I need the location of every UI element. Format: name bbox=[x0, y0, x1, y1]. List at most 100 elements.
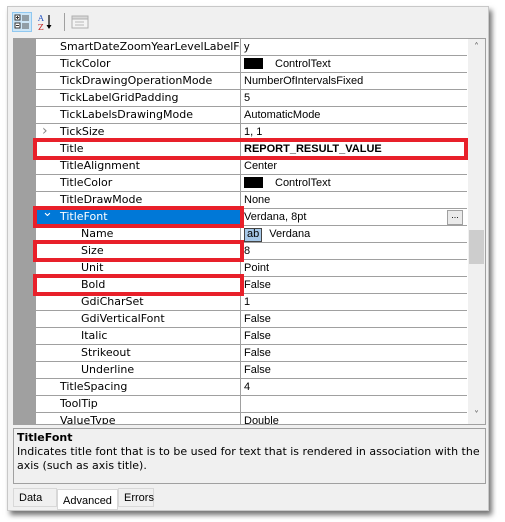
property-name[interactable]: Strikeout bbox=[36, 345, 241, 361]
property-value[interactable]: False bbox=[242, 311, 467, 327]
property-name[interactable]: Italic bbox=[36, 328, 241, 344]
property-row-strikeout[interactable]: Strikeout False bbox=[36, 345, 467, 362]
description-title: TitleFont bbox=[17, 431, 73, 444]
property-value[interactable]: False bbox=[242, 277, 467, 293]
property-row-titlecolor[interactable]: TitleColor ControlText bbox=[36, 175, 467, 192]
property-value[interactable]: 1 bbox=[242, 294, 467, 310]
property-value-text: Double bbox=[244, 415, 279, 425]
property-value[interactable]: ControlText bbox=[242, 56, 467, 72]
property-value[interactable]: 1, 1 bbox=[242, 124, 467, 140]
vertical-scrollbar[interactable]: ˄ ˅ bbox=[468, 39, 485, 424]
tab-data[interactable]: Data bbox=[13, 488, 57, 507]
property-row-titledrawmode[interactable]: TitleDrawMode None bbox=[36, 192, 467, 209]
property-row-ticklabelsdrawingmode[interactable]: TickLabelsDrawingMode AutomaticMode bbox=[36, 107, 467, 124]
property-value-text: False bbox=[244, 279, 271, 291]
property-name[interactable]: Unit bbox=[36, 260, 241, 276]
property-row-tickdrawingoperationmode[interactable]: TickDrawingOperationMode NumberOfInterval… bbox=[36, 73, 467, 90]
property-value[interactable]: NumberOfIntervalsFixed bbox=[242, 73, 467, 89]
alphabetical-sort-icon: A Z bbox=[37, 14, 52, 32]
chevron-right-icon[interactable]: › bbox=[42, 124, 48, 139]
scroll-down-button[interactable]: ˅ bbox=[468, 407, 485, 424]
property-row-underline[interactable]: Underline False bbox=[36, 362, 467, 379]
property-row-tickcolor[interactable]: TickColor ControlText bbox=[36, 56, 467, 73]
property-row-titlealignment[interactable]: TitleAlignment Center bbox=[36, 158, 467, 175]
property-name[interactable]: TitleAlignment bbox=[36, 158, 241, 174]
property-row-size[interactable]: Size 8 bbox=[36, 243, 467, 260]
property-row-unit[interactable]: Unit Point bbox=[36, 260, 467, 277]
chevron-up-icon: ˄ bbox=[474, 42, 479, 53]
property-value[interactable]: None bbox=[242, 192, 467, 208]
property-value[interactable]: False bbox=[242, 328, 467, 344]
property-name-label: TitleAlignment bbox=[60, 159, 140, 172]
property-value[interactable]: Point bbox=[242, 260, 467, 276]
property-name[interactable]: ValueType bbox=[36, 413, 241, 424]
property-row-titlespacing[interactable]: TitleSpacing 4 bbox=[36, 379, 467, 396]
toolbar-separator bbox=[64, 13, 65, 31]
property-grid-window: A Z SmartDateZoomYearLevelLabelForr y Tick… bbox=[7, 6, 489, 511]
property-value[interactable]: Verdana, 8pt... bbox=[242, 209, 467, 225]
property-name-label: Unit bbox=[81, 261, 104, 274]
property-row-name[interactable]: Name ab Verdana bbox=[36, 226, 467, 243]
property-name[interactable]: TitleDrawMode bbox=[36, 192, 241, 208]
property-name[interactable]: › TickSize bbox=[36, 124, 241, 140]
property-name[interactable]: TitleColor bbox=[36, 175, 241, 191]
property-value[interactable]: 4 bbox=[242, 379, 467, 395]
property-name-label: TickColor bbox=[60, 57, 111, 70]
property-row-bold[interactable]: Bold False bbox=[36, 277, 467, 294]
tab-errors[interactable]: Errors bbox=[118, 488, 154, 507]
ellipsis-button[interactable]: ... bbox=[447, 210, 463, 225]
property-name[interactable]: SmartDateZoomYearLevelLabelForr bbox=[36, 39, 241, 55]
property-value[interactable]: ab Verdana bbox=[242, 226, 467, 242]
property-value-text: 5 bbox=[244, 92, 251, 104]
property-value[interactable]: Double bbox=[242, 413, 467, 425]
categorized-button[interactable] bbox=[12, 12, 32, 32]
property-value[interactable]: 8 bbox=[242, 243, 467, 259]
property-row-gdiverticalfont[interactable]: GdiVerticalFont False bbox=[36, 311, 467, 328]
property-value[interactable]: ControlText bbox=[242, 175, 467, 191]
property-value[interactable]: AutomaticMode bbox=[242, 107, 467, 123]
property-value[interactable]: Center bbox=[242, 158, 467, 174]
property-value[interactable]: REPORT_RESULT_VALUE bbox=[242, 141, 467, 157]
toolbar: A Z bbox=[8, 7, 488, 35]
property-name[interactable]: TickLabelGridPadding bbox=[36, 90, 241, 106]
scroll-thumb[interactable] bbox=[469, 230, 484, 265]
categorized-icon bbox=[14, 14, 29, 29]
property-name[interactable]: TickColor bbox=[36, 56, 241, 72]
property-row-smartdatezoomyearlevellabelforr[interactable]: SmartDateZoomYearLevelLabelForr y bbox=[36, 39, 467, 56]
chevron-down-icon[interactable]: ⌄ bbox=[42, 209, 53, 221]
property-value-text: Center bbox=[244, 160, 278, 172]
property-row-titlefont[interactable]: ⌄ TitleFont Verdana, 8pt... bbox=[36, 209, 467, 226]
property-name[interactable]: Size bbox=[36, 243, 241, 259]
property-name[interactable]: TickLabelsDrawingMode bbox=[36, 107, 241, 123]
property-pages-button[interactable] bbox=[70, 12, 90, 32]
property-name[interactable]: ⌄ TitleFont bbox=[36, 209, 241, 225]
property-name[interactable]: Title bbox=[36, 141, 241, 157]
property-value-text: None bbox=[244, 194, 271, 206]
property-row-italic[interactable]: Italic False bbox=[36, 328, 467, 345]
property-name[interactable]: TickDrawingOperationMode bbox=[36, 73, 241, 89]
property-name[interactable]: TitleSpacing bbox=[36, 379, 241, 395]
property-name[interactable]: ToolTip bbox=[36, 396, 241, 412]
property-name[interactable]: Underline bbox=[36, 362, 241, 378]
property-name[interactable]: Bold bbox=[36, 277, 241, 293]
property-name[interactable]: Name bbox=[36, 226, 241, 242]
property-row-title[interactable]: Title REPORT_RESULT_VALUE bbox=[36, 141, 467, 158]
property-row-ticklabelgridpadding[interactable]: TickLabelGridPadding 5 bbox=[36, 90, 467, 107]
scroll-up-button[interactable]: ˄ bbox=[468, 39, 485, 56]
property-grid: SmartDateZoomYearLevelLabelForr y TickColo… bbox=[13, 38, 486, 425]
property-name[interactable]: GdiVerticalFont bbox=[36, 311, 241, 327]
property-value[interactable]: 5 bbox=[242, 90, 467, 106]
property-name[interactable]: GdiCharSet bbox=[36, 294, 241, 310]
property-row-tooltip[interactable]: ToolTip bbox=[36, 396, 467, 413]
property-value[interactable]: y bbox=[242, 39, 467, 55]
property-row-valuetype[interactable]: ValueType Double bbox=[36, 413, 467, 425]
property-value-text: False bbox=[244, 330, 271, 342]
tab-advanced[interactable]: Advanced bbox=[57, 489, 118, 510]
property-row-ticksize[interactable]: › TickSize 1, 1 bbox=[36, 124, 467, 141]
property-value[interactable]: False bbox=[242, 345, 467, 361]
property-row-gdicharset[interactable]: GdiCharSet 1 bbox=[36, 294, 467, 311]
alphabetical-sort-button[interactable]: A Z bbox=[36, 12, 56, 32]
property-value[interactable] bbox=[242, 396, 467, 412]
property-value[interactable]: False bbox=[242, 362, 467, 378]
property-value-text: NumberOfIntervalsFixed bbox=[244, 75, 364, 87]
